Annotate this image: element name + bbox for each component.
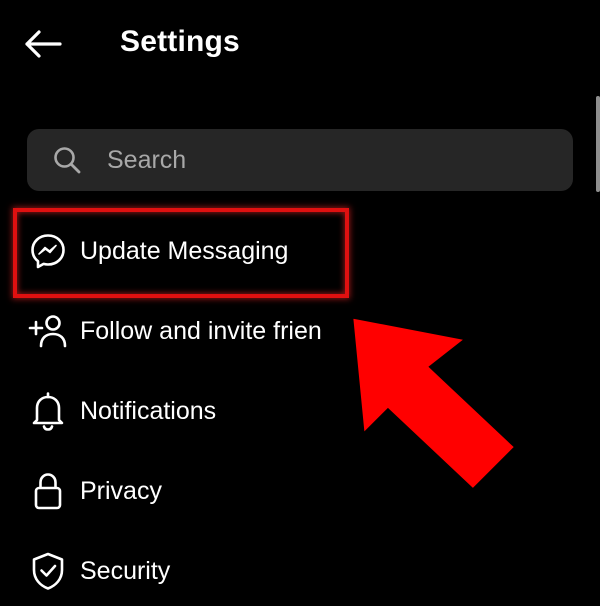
header: Settings	[0, 0, 600, 88]
bell-icon	[28, 391, 68, 431]
arrow-left-icon	[25, 30, 62, 58]
menu-item-label: Security	[80, 557, 171, 585]
menu-item-label: Notifications	[80, 397, 217, 425]
search-bar[interactable]	[27, 129, 573, 191]
lock-icon	[28, 471, 68, 511]
search-input[interactable]	[105, 144, 549, 176]
back-button[interactable]	[22, 22, 72, 66]
messenger-icon	[28, 231, 68, 271]
menu-item-label: Update Messaging	[80, 237, 289, 265]
search-icon	[54, 147, 81, 174]
menu-item-label: Privacy	[80, 477, 162, 505]
menu-item-update-messaging[interactable]: Update Messaging	[0, 216, 600, 286]
scrollbar[interactable]	[596, 96, 600, 192]
menu-item-security[interactable]: Security	[0, 536, 600, 606]
page-title: Settings	[120, 25, 240, 58]
menu-item-notifications[interactable]: Notifications	[0, 376, 600, 446]
menu-item-privacy[interactable]: Privacy	[0, 456, 600, 526]
menu-item-follow-invite[interactable]: Follow and invite frien	[0, 296, 600, 366]
add-person-icon	[28, 311, 68, 351]
shield-check-icon	[28, 551, 68, 591]
menu-item-label: Follow and invite frien	[80, 317, 322, 345]
